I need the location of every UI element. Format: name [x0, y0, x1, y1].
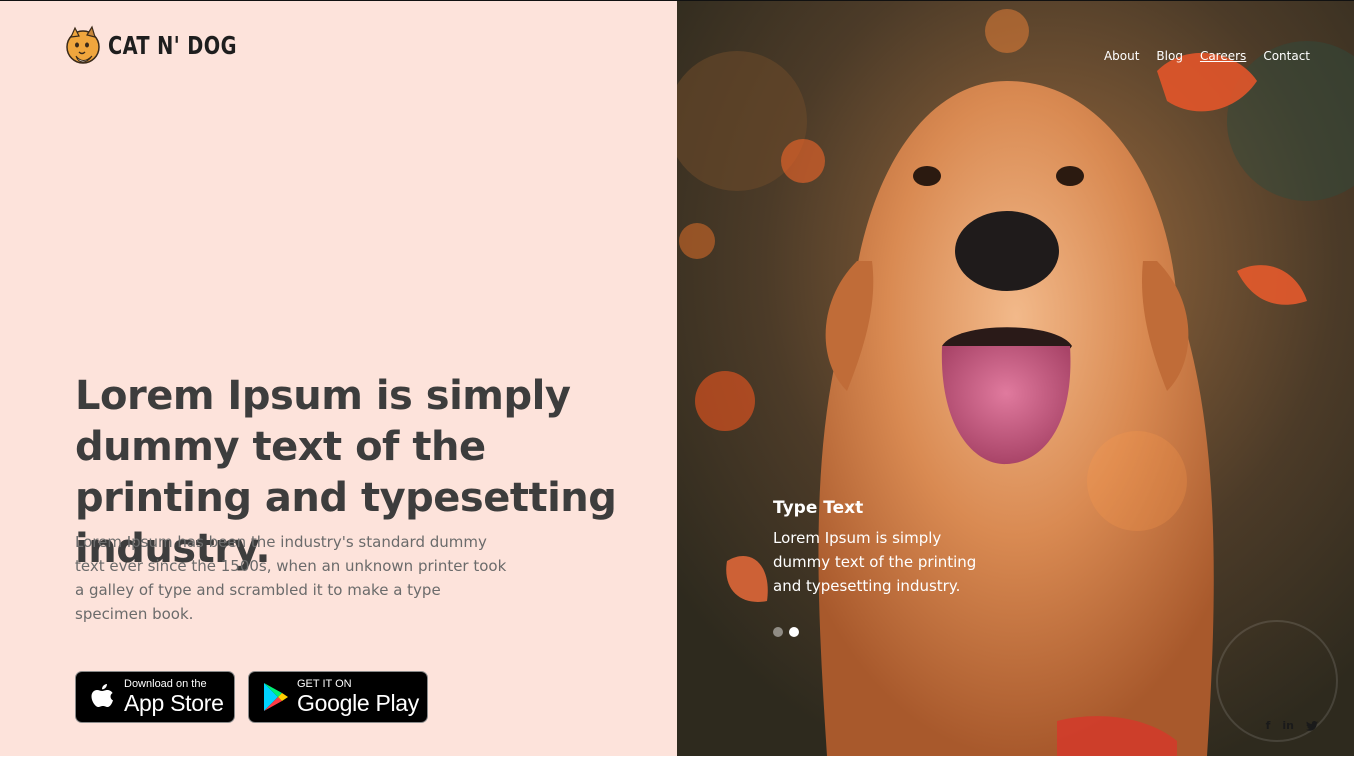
social-links: f in: [1266, 719, 1318, 732]
slide-title: Type Text: [773, 498, 864, 518]
google-play-label: Google Play: [297, 690, 419, 716]
slide-dot-2[interactable]: [789, 627, 799, 637]
slide-dot-1[interactable]: [773, 627, 783, 637]
slide-dots: [773, 627, 799, 637]
brand-name: CAT N' DOG: [108, 30, 237, 60]
nav-about[interactable]: About: [1104, 49, 1139, 63]
google-play-small-label: GET IT ON: [297, 678, 352, 690]
main-nav: About Blog Careers Contact: [1104, 49, 1310, 63]
app-store-label: App Store: [124, 690, 224, 716]
hero-photo-panel: About Blog Careers Contact Type Text Lor…: [677, 1, 1354, 756]
facebook-icon[interactable]: f: [1266, 719, 1271, 732]
hero-left-panel: CAT N' DOG Lorem Ipsum is simply dummy t…: [0, 1, 677, 756]
slide-caption: Type Text Lorem Ipsum is simply dummy te…: [773, 498, 1003, 598]
google-play-button[interactable]: GET IT ON Google Play: [248, 671, 428, 723]
google-play-icon: [264, 683, 288, 711]
linkedin-icon[interactable]: in: [1282, 719, 1294, 732]
hero-subtext: Lorem Ipsum has been the industry's stan…: [75, 533, 507, 623]
app-store-small-label: Download on the: [124, 678, 207, 690]
slide-body: Lorem Ipsum is simply dummy text of the …: [773, 529, 977, 595]
nav-careers[interactable]: Careers: [1200, 49, 1246, 63]
nav-contact[interactable]: Contact: [1263, 49, 1310, 63]
app-store-button[interactable]: Download on the App Store: [75, 671, 235, 723]
dog-photo: [677, 1, 1354, 756]
cat-dog-logo-icon: [66, 25, 100, 64]
nav-blog[interactable]: Blog: [1156, 49, 1183, 63]
brand-logo[interactable]: CAT N' DOG: [66, 25, 258, 65]
twitter-icon[interactable]: [1306, 720, 1318, 731]
apple-icon: [91, 684, 113, 707]
